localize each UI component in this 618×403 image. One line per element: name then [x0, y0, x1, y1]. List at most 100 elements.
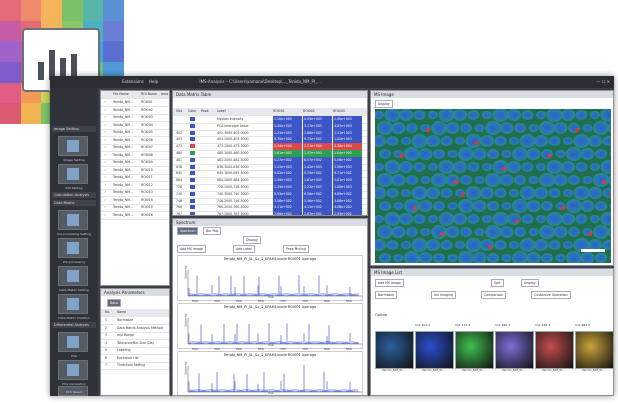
- roi-name: ROI004: [141, 122, 153, 127]
- process-icon: [67, 242, 79, 254]
- add-ms-image-list-button[interactable]: Add MS Image: [375, 279, 404, 287]
- menu-help[interactable]: Help: [149, 79, 158, 84]
- roi-setting-button[interactable]: ROI Setting: [58, 164, 88, 190]
- param-row[interactable]: 7 Threshold Setting: [101, 362, 169, 370]
- section-data-matrix[interactable]: Data Matrix: [52, 200, 96, 206]
- spectrum-plot[interactable]: Tenido_NM_Pl_SL_Su_1_KPAM1/node ROI001 A…: [177, 351, 363, 396]
- file-name: Tenido_NM...: [113, 182, 134, 187]
- ms-image-thumbnail[interactable]: [495, 331, 534, 369]
- roi-name: ROI012: [141, 182, 153, 187]
- roi-name: ROI013: [141, 190, 153, 194]
- y-axis-label: Intensity: [183, 265, 188, 279]
- ms-image-thumbnail[interactable]: [375, 331, 414, 369]
- file-name: Tenido_NM...: [113, 175, 134, 179]
- x-axis-label: m/z: [268, 391, 274, 395]
- analysis-parameters-title: Analysis Parameters: [101, 289, 169, 296]
- data-matrix-title: Data Matrix Table: [173, 91, 367, 98]
- row-color-swatch: [190, 137, 195, 142]
- row-color-swatch: [190, 212, 195, 215]
- row-label: 767.2000-767.5000: [217, 212, 249, 216]
- file-name: Tenido_NM...: [113, 130, 134, 134]
- ion-imaging-button[interactable]: Ion Imaging: [431, 291, 456, 299]
- matrix-value: 2.93e+002: [333, 211, 362, 215]
- row-color-swatch: [190, 171, 195, 176]
- sort-button[interactable]: Sort: [491, 279, 504, 287]
- display-dropdown[interactable]: Display: [243, 236, 261, 244]
- mz-label: m/z 402.2: [415, 323, 431, 327]
- ms-image-canvas[interactable]: [375, 109, 611, 263]
- ms-image-thumbnail[interactable]: [575, 331, 613, 369]
- menu-extensions[interactable]: Extensions: [122, 79, 144, 84]
- pca-calculation-button[interactable]: PCA Calculation: [58, 360, 88, 386]
- x-axis-label: m/z: [268, 295, 274, 299]
- logo-tile: [0, 82, 21, 104]
- peak-number: 767: [176, 212, 183, 216]
- params-header: No. Name: [101, 309, 169, 317]
- preprocessing-setting-button[interactable]: Pre-processing Setting: [57, 210, 91, 236]
- customize-operation-button[interactable]: Customize Operation: [531, 291, 571, 299]
- tab-spectrum[interactable]: Spectrum: [177, 227, 199, 235]
- mz-label: m/z 473.3: [455, 323, 471, 327]
- check-icon: ✓: [104, 137, 107, 142]
- section-image-setting[interactable]: Image Setting: [52, 126, 96, 132]
- check-icon: ✓: [104, 122, 107, 127]
- check-icon: ✓: [104, 182, 107, 187]
- ms-image-thumbnail[interactable]: [455, 331, 494, 369]
- preprocessing-button[interactable]: Pre-processing: [58, 238, 88, 264]
- roi-name: ROI015: [141, 205, 153, 209]
- spectrum-plot[interactable]: Tenido_NM_Pl_SL_Su_1_KPAM1/node ROI001 A…: [177, 255, 363, 303]
- ms-image-display-dropdown[interactable]: Display: [375, 100, 393, 108]
- roi-name: ROI007: [141, 145, 153, 149]
- spectrum-chart: 500550600650700750800850: [187, 318, 362, 351]
- add-label-button[interactable]: Add Label: [233, 245, 255, 253]
- data-matrix-setting-button[interactable]: Data Matrix Setting: [58, 266, 89, 292]
- peak-picking-button[interactable]: Peak Picking: [283, 245, 309, 253]
- section-calculation[interactable]: Calculation Analysis: [52, 192, 96, 198]
- logo-tile: [0, 20, 21, 42]
- table-icon: [67, 298, 79, 310]
- x-axis-label: m/z: [268, 343, 274, 347]
- pca-result-button[interactable]: PCA Result: [58, 386, 88, 396]
- comparison-button[interactable]: Comparison: [481, 291, 507, 299]
- row-color-swatch: [190, 123, 195, 128]
- logo-tile: [0, 61, 21, 83]
- file-name: Tenido_NM...: [113, 137, 134, 142]
- x-tick-label: 750: [302, 395, 308, 396]
- window-title: IMS-Analysis – C:\Users\yamane\Desktop\.…: [199, 79, 321, 84]
- logo-tile: [20, 103, 42, 124]
- list-display-dropdown[interactable]: Display: [521, 279, 539, 287]
- data-matrix-creation-button[interactable]: Data Matrix Creation: [58, 294, 90, 320]
- image-setting-button[interactable]: Image Setting: [58, 136, 88, 162]
- ms-image-thumbnail[interactable]: [535, 331, 574, 369]
- tab-bar-plot[interactable]: Bar Plot: [203, 227, 222, 235]
- file-list-row[interactable]: ✓ Tenido_NM... ROI016: [101, 212, 169, 220]
- ms-image-list-panel: MS Image List Add MS Image Sort Display …: [370, 268, 614, 396]
- x-tick-label: 650: [258, 395, 264, 396]
- normalize-button[interactable]: Normalize: [375, 291, 398, 299]
- pca-button[interactable]: PCA: [58, 332, 88, 358]
- check-icon: ✓: [104, 197, 107, 202]
- add-ms-image-button[interactable]: Add MS Image: [177, 245, 206, 253]
- workflow-sidebar: Image Setting Image Setting ROI Setting …: [50, 88, 98, 396]
- spectrum-chart: 500550600650700750800850: [187, 270, 362, 303]
- spectrum-plot[interactable]: Tenido_NM_Pl_SL_Su_1_KPAM1/node ROI001 A…: [177, 303, 363, 351]
- row-color-swatch: [190, 117, 195, 121]
- check-icon: ✓: [104, 175, 107, 179]
- data-matrix-row[interactable]: 767 767.2000-767.5000 2.86e+002 2.87e+002 2.…: [173, 211, 367, 216]
- row-color-swatch: [190, 144, 195, 149]
- file-name: Tenido_NM...: [113, 100, 134, 104]
- tab-basic[interactable]: Basic: [107, 299, 122, 307]
- window-controls[interactable]: — ☐ ✕: [597, 76, 610, 88]
- check-icon: ✓: [104, 190, 107, 194]
- ms-image-title: MS Image: [371, 91, 613, 98]
- roi-name: ROI014: [141, 197, 153, 202]
- thumbnail-label: Tenido_NM_Pl...: [582, 368, 605, 372]
- row-color-swatch: [190, 205, 195, 210]
- pca-icon: [67, 336, 79, 348]
- section-differential[interactable]: Differential Analysis: [52, 322, 96, 328]
- ms-image-thumbnail[interactable]: [415, 331, 454, 369]
- file-name: Tenido_NM...: [113, 212, 134, 217]
- optical-column-label: Optical: [375, 313, 388, 317]
- check-icon: ✓: [104, 205, 107, 209]
- file-name: Tenido_NM...: [113, 152, 134, 157]
